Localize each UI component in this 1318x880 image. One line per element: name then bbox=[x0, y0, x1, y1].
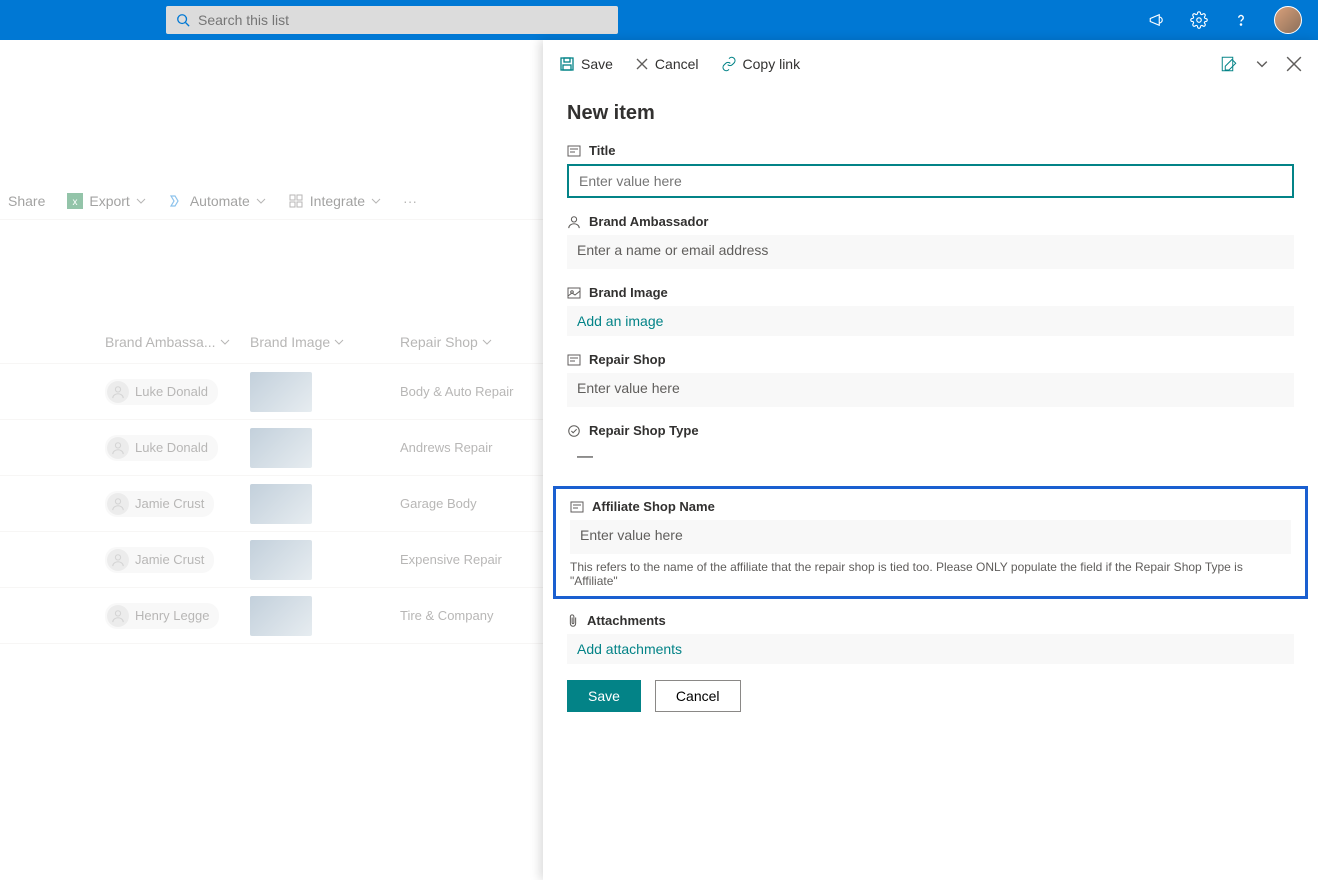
integrate-button[interactable]: Integrate bbox=[288, 193, 381, 209]
persona-avatar-icon bbox=[107, 437, 129, 459]
export-button[interactable]: x Export bbox=[67, 193, 145, 209]
add-attachments-link[interactable]: Add attachments bbox=[567, 634, 1294, 664]
repair-shop-label: Repair Shop bbox=[589, 352, 666, 367]
brand-image-thumb bbox=[250, 596, 312, 636]
attachment-icon bbox=[567, 614, 579, 628]
copy-link-button[interactable]: Copy link bbox=[721, 56, 801, 72]
col-brand-image[interactable]: Brand Image bbox=[250, 334, 400, 350]
grid-icon bbox=[288, 193, 304, 209]
title-label: Title bbox=[589, 143, 616, 158]
brand-ambassador-input[interactable]: Enter a name or email address bbox=[567, 235, 1294, 269]
brand-image-thumb bbox=[250, 484, 312, 524]
repair-shop-cell: Garage Body bbox=[400, 496, 550, 511]
attachments-label: Attachments bbox=[587, 613, 666, 628]
share-button[interactable]: Share bbox=[8, 193, 45, 209]
search-box[interactable] bbox=[166, 6, 618, 34]
panel-cancel-button[interactable]: Cancel bbox=[635, 56, 699, 72]
repair-shop-cell: Tire & Company bbox=[400, 608, 550, 623]
repair-shop-cell: Expensive Repair bbox=[400, 552, 550, 567]
persona-avatar-icon bbox=[107, 493, 129, 515]
affiliate-help-text: This refers to the name of the affiliate… bbox=[570, 560, 1291, 588]
close-icon bbox=[635, 57, 649, 71]
persona-name: Jamie Crust bbox=[135, 552, 204, 567]
title-input[interactable] bbox=[567, 164, 1294, 198]
text-field-icon bbox=[567, 145, 581, 157]
persona-chip[interactable]: Luke Donald bbox=[105, 435, 218, 461]
save-button[interactable]: Save bbox=[567, 680, 641, 712]
chevron-down-icon bbox=[256, 196, 266, 206]
panel-toolbar: Save Cancel Copy link bbox=[543, 40, 1318, 88]
brand-image-label: Brand Image bbox=[589, 285, 668, 300]
form-edit-icon[interactable] bbox=[1220, 55, 1238, 73]
save-icon bbox=[559, 56, 575, 72]
persona-chip[interactable]: Henry Legge bbox=[105, 603, 219, 629]
chevron-down-icon bbox=[371, 196, 381, 206]
text-field-icon bbox=[570, 501, 584, 513]
chevron-down-icon bbox=[482, 337, 492, 347]
search-input[interactable] bbox=[198, 12, 608, 28]
affiliate-input[interactable]: Enter value here bbox=[570, 520, 1291, 554]
svg-text:x: x bbox=[73, 197, 78, 208]
add-image-link[interactable]: Add an image bbox=[567, 306, 1294, 336]
chevron-down-icon[interactable] bbox=[1256, 58, 1268, 70]
repair-shop-type-value[interactable]: — bbox=[567, 444, 1294, 470]
search-icon bbox=[176, 13, 190, 27]
repair-shop-type-label: Repair Shop Type bbox=[589, 423, 699, 438]
brand-image-thumb bbox=[250, 540, 312, 580]
person-icon bbox=[567, 215, 581, 229]
text-field-icon bbox=[567, 354, 581, 366]
persona-name: Henry Legge bbox=[135, 608, 209, 623]
help-icon[interactable] bbox=[1232, 11, 1250, 29]
close-panel-button[interactable] bbox=[1286, 56, 1302, 72]
col-brand-ambassador[interactable]: Brand Ambassa... bbox=[105, 334, 250, 350]
app-header bbox=[0, 0, 1318, 40]
more-button[interactable]: ··· bbox=[403, 193, 417, 209]
panel-save-button[interactable]: Save bbox=[559, 56, 613, 72]
user-avatar[interactable] bbox=[1274, 6, 1302, 34]
repair-shop-input[interactable]: Enter value here bbox=[567, 373, 1294, 407]
chevron-down-icon bbox=[136, 196, 146, 206]
chevron-down-icon bbox=[334, 337, 344, 347]
affiliate-highlight: Affiliate Shop Name Enter value here Thi… bbox=[553, 486, 1308, 599]
persona-chip[interactable]: Jamie Crust bbox=[105, 547, 214, 573]
brand-image-thumb bbox=[250, 428, 312, 468]
link-icon bbox=[721, 56, 737, 72]
persona-avatar-icon bbox=[107, 605, 129, 627]
excel-icon: x bbox=[67, 193, 83, 209]
persona-avatar-icon bbox=[107, 549, 129, 571]
command-bar: Share x Export Automate Integrate ··· bbox=[8, 193, 417, 209]
image-icon bbox=[567, 287, 581, 299]
col-repair-shop[interactable]: Repair Shop bbox=[400, 334, 550, 350]
flow-icon bbox=[168, 193, 184, 209]
repair-shop-cell: Andrews Repair bbox=[400, 440, 550, 455]
affiliate-label: Affiliate Shop Name bbox=[592, 499, 715, 514]
cancel-button[interactable]: Cancel bbox=[655, 680, 741, 712]
megaphone-icon[interactable] bbox=[1148, 11, 1166, 29]
choice-icon bbox=[567, 424, 581, 438]
persona-chip[interactable]: Jamie Crust bbox=[105, 491, 214, 517]
repair-shop-cell: Body & Auto Repair bbox=[400, 384, 550, 399]
automate-button[interactable]: Automate bbox=[168, 193, 266, 209]
settings-icon[interactable] bbox=[1190, 11, 1208, 29]
persona-chip[interactable]: Luke Donald bbox=[105, 379, 218, 405]
brand-ambassador-label: Brand Ambassador bbox=[589, 214, 708, 229]
chevron-down-icon bbox=[220, 337, 230, 347]
brand-image-thumb bbox=[250, 372, 312, 412]
panel-title: New item bbox=[567, 102, 1294, 125]
persona-name: Luke Donald bbox=[135, 440, 208, 455]
persona-name: Luke Donald bbox=[135, 384, 208, 399]
persona-avatar-icon bbox=[107, 381, 129, 403]
new-item-panel: Save Cancel Copy link New item bbox=[543, 40, 1318, 880]
persona-name: Jamie Crust bbox=[135, 496, 204, 511]
